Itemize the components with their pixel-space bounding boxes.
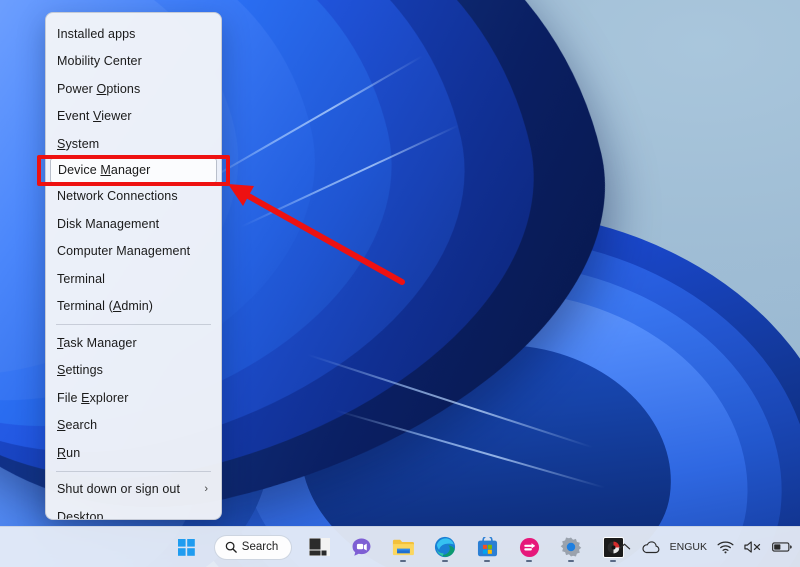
- running-indicator: [526, 560, 532, 563]
- running-indicator: [400, 560, 406, 563]
- chevron-right-icon: ›: [204, 483, 208, 495]
- search-input[interactable]: Search: [214, 535, 292, 560]
- menu-item-label: Mobility Center: [57, 54, 142, 68]
- menu-item-desktop[interactable]: Desktop: [46, 503, 221, 520]
- app-pink-button[interactable]: [514, 532, 544, 562]
- search-label: Search: [242, 541, 278, 553]
- menu-item-label: Power Options: [57, 82, 140, 96]
- running-indicator: [568, 560, 574, 563]
- chevron-up-icon: [618, 542, 631, 552]
- menu-item-power-options[interactable]: Power Options: [46, 75, 221, 103]
- menu-separator: [56, 324, 211, 325]
- battery-button[interactable]: [772, 541, 792, 553]
- edge-button[interactable]: [430, 532, 460, 562]
- menu-item-label: Shut down or sign out: [57, 482, 180, 496]
- file-explorer-button[interactable]: [388, 532, 418, 562]
- store-icon: [477, 537, 498, 558]
- menu-item-label: Run: [57, 446, 80, 460]
- menu-item-label: Device Manager: [58, 163, 150, 177]
- taskbar[interactable]: Search: [0, 526, 800, 567]
- menu-item-label: File Explorer: [57, 391, 128, 405]
- menu-item-mobility-center[interactable]: Mobility Center: [46, 48, 221, 76]
- menu-item-device-manager[interactable]: Device Manager: [50, 158, 217, 183]
- menu-item-label: Search: [57, 418, 97, 432]
- task-view-button[interactable]: [304, 532, 334, 562]
- menu-item-event-viewer[interactable]: Event Viewer: [46, 103, 221, 131]
- menu-item-system[interactable]: System: [46, 130, 221, 158]
- menu-item-installed-apps[interactable]: Installed apps: [46, 20, 221, 48]
- language-indicator[interactable]: ENG UK: [670, 542, 707, 553]
- wifi-icon: [717, 540, 734, 554]
- volume-button[interactable]: [744, 540, 762, 554]
- menu-item-label: System: [57, 137, 99, 151]
- running-indicator: [610, 560, 616, 563]
- menu-item-label: Task Manager: [57, 336, 137, 350]
- gear-icon: [560, 536, 582, 558]
- chat-icon: [351, 537, 372, 558]
- menu-item-settings[interactable]: Settings: [46, 357, 221, 385]
- menu-item-network-connections[interactable]: Network Connections: [46, 183, 221, 211]
- menu-item-task-manager[interactable]: Task Manager: [46, 329, 221, 357]
- show-hidden-icons-button[interactable]: [618, 542, 631, 552]
- language-line-1: ENG: [670, 542, 693, 553]
- menu-separator: [56, 471, 211, 472]
- windows-logo-icon: [178, 539, 195, 556]
- speaker-mute-icon: [744, 540, 762, 554]
- store-button[interactable]: [472, 532, 502, 562]
- desktop-screen: Installed apps Mobility Center Power Optio…: [0, 0, 800, 567]
- menu-item-file-explorer[interactable]: File Explorer: [46, 384, 221, 412]
- menu-item-terminal[interactable]: Terminal: [46, 265, 221, 293]
- cloud-icon: [641, 541, 660, 554]
- language-line-2: UK: [692, 542, 707, 553]
- chat-button[interactable]: [346, 532, 376, 562]
- battery-icon: [772, 541, 792, 553]
- system-tray[interactable]: ENG UK: [618, 527, 792, 567]
- menu-item-shut-down-or-sign-out[interactable]: Shut down or sign out ›: [46, 476, 221, 504]
- menu-item-label: Installed apps: [57, 27, 136, 41]
- menu-item-label: Desktop: [57, 510, 104, 520]
- menu-item-computer-management[interactable]: Computer Management: [46, 238, 221, 266]
- edge-icon: [434, 536, 456, 558]
- menu-item-run[interactable]: Run: [46, 439, 221, 467]
- menu-item-label: Disk Management: [57, 217, 159, 231]
- win-x-power-user-menu[interactable]: Installed apps Mobility Center Power Optio…: [45, 12, 222, 520]
- folder-icon: [392, 537, 414, 557]
- onedrive-button[interactable]: [641, 541, 660, 554]
- search-icon: [225, 541, 237, 553]
- menu-item-disk-management[interactable]: Disk Management: [46, 210, 221, 238]
- menu-item-label: Event Viewer: [57, 109, 132, 123]
- running-indicator: [484, 560, 490, 563]
- pink-circle-icon: [519, 537, 540, 558]
- menu-item-label: Network Connections: [57, 189, 178, 203]
- menu-item-label: Terminal (Admin): [57, 299, 153, 313]
- wifi-button[interactable]: [717, 540, 734, 554]
- menu-item-label: Terminal: [57, 272, 105, 286]
- menu-item-terminal-admin[interactable]: Terminal (Admin): [46, 293, 221, 321]
- running-indicator: [442, 560, 448, 563]
- menu-item-label: Computer Management: [57, 244, 190, 258]
- task-view-icon: [309, 538, 330, 556]
- start-button[interactable]: [172, 532, 202, 562]
- settings-button[interactable]: [556, 532, 586, 562]
- menu-item-label: Settings: [57, 363, 103, 377]
- menu-item-search[interactable]: Search: [46, 412, 221, 440]
